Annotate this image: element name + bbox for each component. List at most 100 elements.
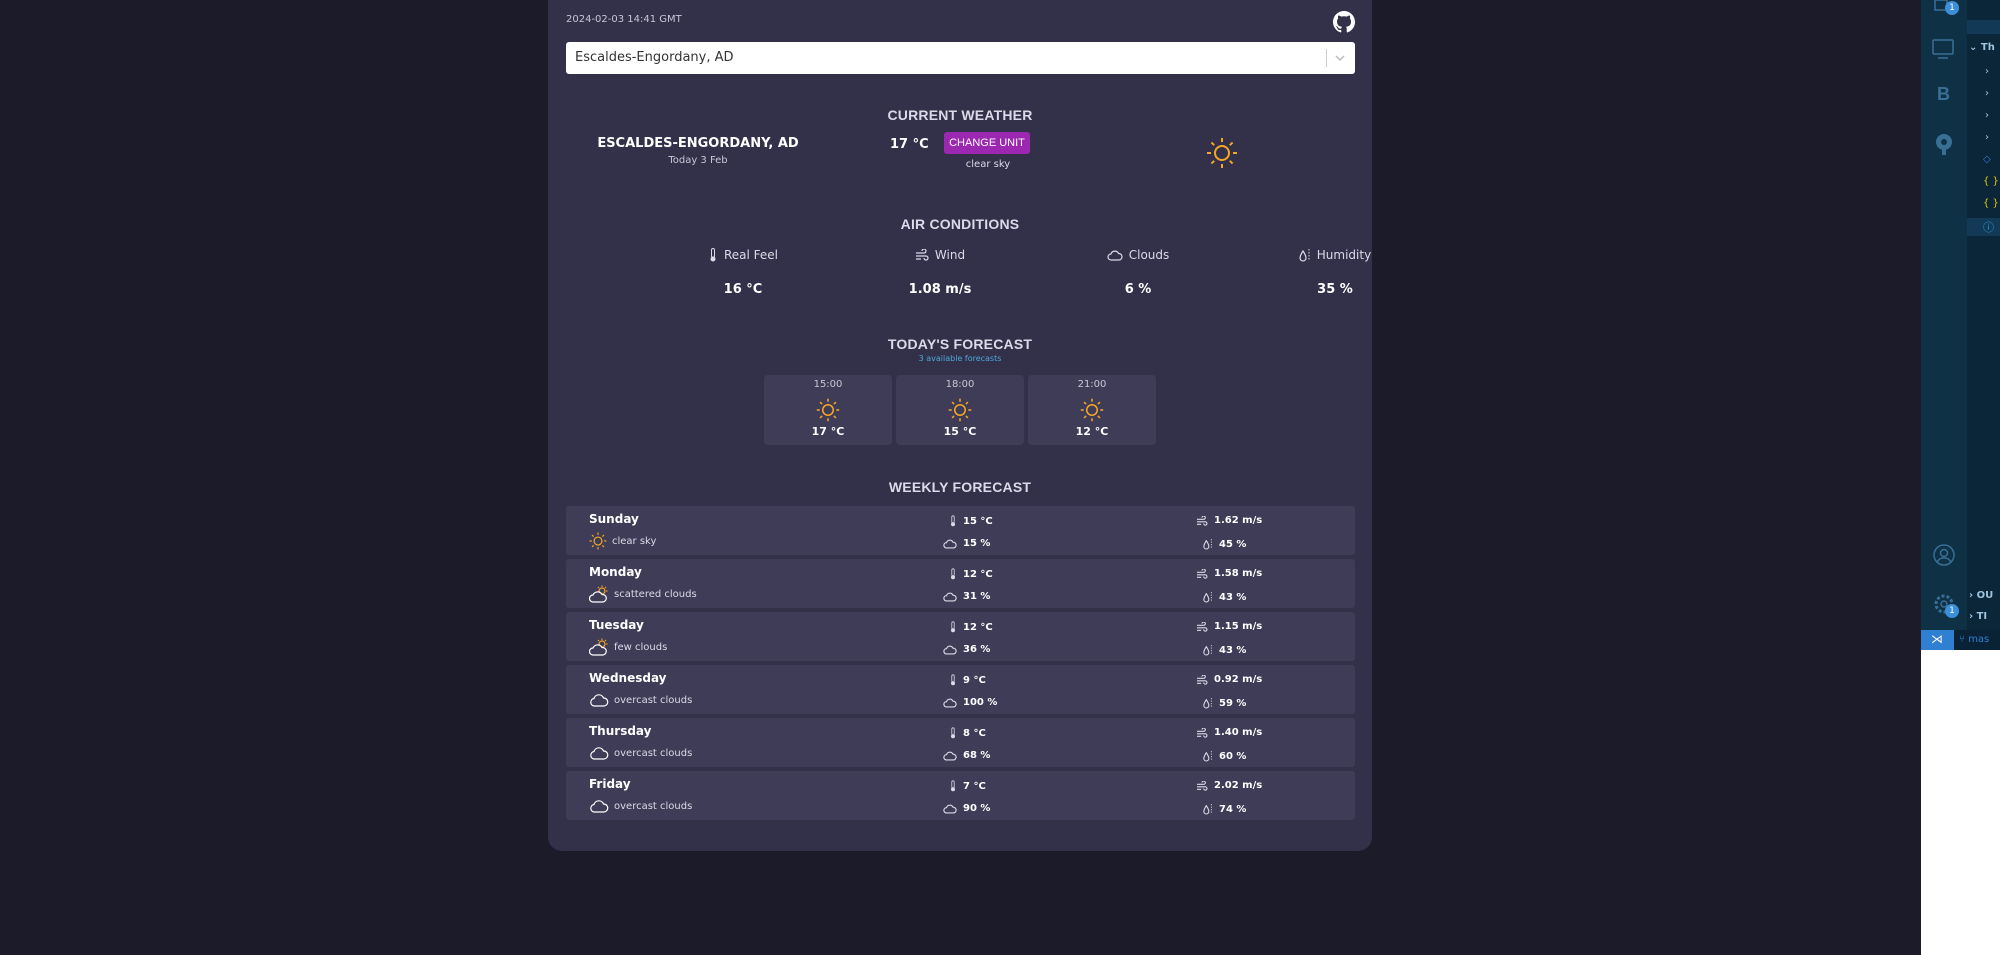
weekly-desc-text: overcast clouds — [614, 694, 693, 706]
weekly-row: Wednesday overcast clouds 9 °C 100 % 0.92 m/… — [566, 665, 1355, 714]
todays-forecast-title: TODAY'S FORECAST — [887, 336, 1033, 352]
current-date: Today 3 Feb — [668, 155, 728, 166]
thermometer-icon — [708, 248, 718, 262]
outline-section[interactable]: › OU — [1969, 590, 1993, 601]
b-extension-icon[interactable]: B — [1937, 84, 1950, 105]
wind-icon — [1196, 674, 1208, 685]
remote-indicator[interactable]: ⋊ — [1921, 630, 1954, 650]
info-icon[interactable]: ⓘ — [1983, 219, 1994, 235]
humidity-icon — [1203, 750, 1213, 762]
air-label: Real Feel — [723, 248, 779, 262]
account-icon[interactable] — [1932, 543, 1956, 567]
cloud-icon — [589, 746, 609, 760]
weekly-row: Friday overcast clouds 7 °C 90 % 2.02 m/s 74 … — [566, 771, 1355, 820]
sun-icon — [589, 532, 607, 550]
wind-icon — [1196, 568, 1208, 579]
forecast-card: 21:00 12 °C — [1028, 375, 1156, 445]
forecast-card: 18:00 15 °C — [896, 375, 1024, 445]
tree-item-chevron[interactable]: › — [1985, 66, 1989, 77]
cloud-icon — [943, 751, 957, 761]
forecast-time: 21:00 — [1077, 379, 1107, 390]
weekly-desc: few clouds — [589, 638, 667, 656]
tree-item-chevron[interactable]: › — [1985, 110, 1989, 121]
weekly-humidity: 43 % — [1203, 591, 1246, 603]
weekly-desc: overcast clouds — [589, 691, 692, 709]
sun-icon — [948, 398, 972, 422]
weekly-temp: 15 °C — [949, 515, 993, 527]
current-description: clear sky — [965, 159, 1011, 170]
air-value: 16 °C — [723, 282, 763, 297]
air-label: Clouds — [1128, 248, 1170, 262]
air-conditions-title: AIR CONDITIONS — [900, 216, 1020, 232]
tree-section-header[interactable]: ⌄ Th — [1969, 42, 1995, 53]
branch-indicator[interactable]: ⑂ mas — [1959, 634, 1989, 645]
wind-icon — [915, 249, 929, 261]
sun-icon — [816, 398, 840, 422]
weekly-clouds: 15 % — [943, 538, 990, 549]
timeline-section[interactable]: › TI — [1969, 611, 1987, 622]
weekly-humidity: 43 % — [1203, 644, 1246, 656]
chevron-down-icon[interactable] — [1333, 49, 1347, 67]
weekly-wind: 0.92 m/s — [1196, 674, 1262, 685]
datetime-label: 2024-02-03 14:41 GMT — [566, 14, 682, 25]
gitlens-icon[interactable] — [1933, 132, 1955, 156]
weekly-temp: 7 °C — [949, 780, 986, 792]
github-icon[interactable] — [1333, 11, 1355, 33]
weekly-clouds: 36 % — [943, 644, 990, 655]
air-value: 1.08 m/s — [908, 282, 972, 297]
cloud-icon — [1107, 250, 1123, 261]
json-icon[interactable]: { } — [1983, 198, 1999, 209]
weekly-humidity: 45 % — [1203, 538, 1246, 550]
weekly-desc: overcast clouds — [589, 744, 692, 762]
air-value: 6 % — [1124, 282, 1152, 297]
air-humidity: Humidity 35 % — [1255, 248, 1415, 297]
air-clouds: Clouds 6 % — [1058, 248, 1218, 297]
forecast-time: 18:00 — [945, 379, 975, 390]
city-search-select[interactable]: Escaldes-Engordany, AD — [566, 42, 1355, 74]
air-label: Humidity — [1316, 248, 1372, 262]
weekly-temp: 8 °C — [949, 727, 986, 739]
weekly-desc-text: overcast clouds — [614, 747, 693, 759]
change-unit-button[interactable]: CHANGE UNIT — [944, 132, 1030, 154]
tree-item-chevron[interactable]: › — [1985, 132, 1989, 143]
tree-item-chevron[interactable]: › — [1985, 88, 1989, 99]
current-weather-title: CURRENT WEATHER — [887, 107, 1033, 123]
vscode-window-fragment: 1 B 1 ⌄ Th › › › › ◇ { } { } ⓘ › OU › TI… — [1921, 0, 2000, 955]
weekly-desc-text: overcast clouds — [614, 800, 693, 812]
collapsed-row[interactable] — [1967, 20, 2000, 34]
weekly-row: Thursday overcast clouds 8 °C 68 % 1.40 m/s 6… — [566, 718, 1355, 767]
wind-icon — [1196, 727, 1208, 738]
weekly-desc: overcast clouds — [589, 797, 692, 815]
vscode-sidebar: ⌄ Th › › › › ◇ { } { } ⓘ › OU › TI — [1967, 0, 2000, 630]
cloud-icon — [943, 804, 957, 814]
current-temp: 17 °C — [890, 137, 929, 152]
humidity-icon — [1203, 803, 1213, 815]
weekly-wind: 1.40 m/s — [1196, 727, 1262, 738]
cloud-icon — [589, 693, 609, 707]
weekly-clouds: 100 % — [943, 697, 997, 708]
weekly-day: Sunday — [589, 512, 639, 526]
remote-explorer-icon[interactable] — [1932, 38, 1956, 60]
remote-icon: ⋊ — [1931, 632, 1943, 646]
weekly-temp: 12 °C — [949, 568, 993, 580]
wind-icon — [1196, 515, 1208, 526]
vscode-status-bar: ⋊ ⑂ mas — [1921, 630, 2000, 650]
weekly-wind: 1.15 m/s — [1196, 621, 1262, 632]
available-forecasts-label: 3 available forecasts — [918, 354, 1002, 363]
air-real-feel: Real Feel 16 °C — [663, 248, 823, 297]
settings-badge: 1 — [1945, 604, 1959, 618]
forecast-card: 15:00 17 °C — [764, 375, 892, 445]
cloud-icon — [943, 698, 957, 708]
weekly-humidity: 74 % — [1203, 803, 1246, 815]
weekly-desc: scattered clouds — [589, 585, 697, 603]
json-icon[interactable]: { } — [1983, 176, 1999, 187]
wind-icon — [1196, 780, 1208, 791]
forecast-temp: 12 °C — [1075, 425, 1109, 438]
search-input[interactable]: Escaldes-Engordany, AD — [575, 50, 734, 65]
thermometer-icon — [949, 568, 957, 580]
file-icon[interactable]: ◇ — [1983, 154, 1991, 165]
weekly-day: Monday — [589, 565, 642, 579]
weather-app-card: 2024-02-03 14:41 GMT Escaldes-Engordany,… — [548, 0, 1372, 851]
thermometer-icon — [949, 621, 957, 633]
humidity-icon — [1203, 538, 1213, 550]
